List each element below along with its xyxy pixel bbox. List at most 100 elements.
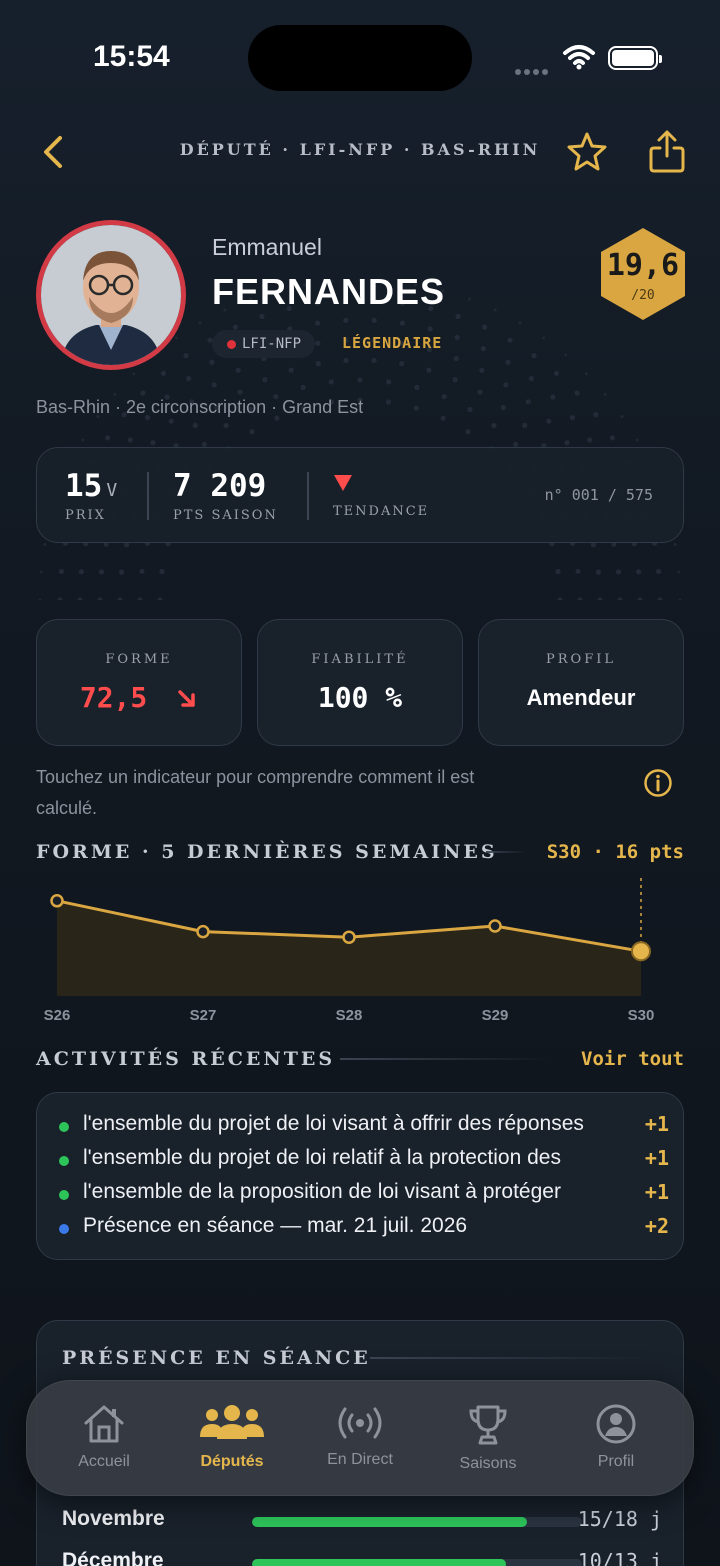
tab-bar: Accueil Députés En Direct Saisons Profil xyxy=(26,1380,694,1496)
constituency-text: Bas-Rhin · 2e circonscription · Grand Es… xyxy=(36,397,364,417)
chart-x-tick-label: S29 xyxy=(482,1007,509,1024)
tab-profil[interactable]: Profil xyxy=(556,1403,676,1471)
activity-item[interactable]: l'ensemble du projet de loi visant à off… xyxy=(57,1108,669,1142)
chart-point xyxy=(50,894,64,908)
price-value: 15 xyxy=(65,468,103,504)
presence-count: 15/18 j xyxy=(577,1507,662,1531)
tab-label: Accueil xyxy=(78,1453,130,1470)
home-icon xyxy=(84,1405,124,1443)
activity-points: +2 xyxy=(644,1214,669,1238)
status-bar: 15:54 xyxy=(0,0,720,110)
page-title: DÉPUTÉ · LFI-NFP · BAS-RHIN xyxy=(179,140,541,159)
points-value: 7 209 xyxy=(173,468,267,504)
indicator-reliability-card[interactable]: FIABILITÉ 100 % xyxy=(257,619,463,746)
presence-bar xyxy=(252,1559,582,1566)
indicator-label: FORME xyxy=(105,652,173,667)
chart-point xyxy=(342,930,356,944)
activity-status-dot xyxy=(59,1122,69,1132)
chart-x-tick-label: S26 xyxy=(44,1007,71,1024)
presence-month: Novembre xyxy=(62,1507,165,1530)
price-label: PRIX xyxy=(65,508,106,523)
tab-label: Députés xyxy=(200,1453,264,1470)
activity-item[interactable]: l'ensemble de la proposition de loi visa… xyxy=(57,1176,669,1210)
party-color-dot xyxy=(227,340,236,349)
indicator-form-card[interactable]: FORME 72,5 xyxy=(36,619,242,746)
rarity-badge: LÉGENDAIRE xyxy=(342,334,443,352)
activities-title: ACTIVITÉS RÉCENTES xyxy=(36,1048,336,1070)
indicator-label: FIABILITÉ xyxy=(311,652,409,667)
indicator-hint: Touchez un indicateur pour comprendre co… xyxy=(36,767,475,818)
chart-area xyxy=(57,900,641,996)
stats-bar: 15 V PRIX 7 209 PTS SAISON TENDANCE n° 00… xyxy=(36,447,684,543)
presence-bar-fill xyxy=(252,1517,527,1527)
favorite-star-icon[interactable] xyxy=(566,130,608,172)
first-name: Emmanuel xyxy=(212,234,322,260)
indicator-value: 100 % xyxy=(317,681,403,714)
tab-label: Profil xyxy=(597,1453,635,1470)
activity-points: +1 xyxy=(644,1180,669,1204)
presence-count: 10/13 j xyxy=(577,1549,662,1566)
deputy-avatar xyxy=(36,220,186,370)
tab-deputes[interactable]: Députés xyxy=(172,1403,292,1471)
signal-icon xyxy=(515,62,551,80)
form-chart: S26 S27 S28 S29 S30 xyxy=(44,878,655,1024)
indicator-value: Amendeur xyxy=(526,685,636,710)
see-all-link[interactable]: Voir tout xyxy=(581,1048,684,1070)
party-label: LFI-NFP xyxy=(242,336,302,352)
profile-icon xyxy=(596,1404,636,1444)
deputy-detail-page: 15:54 DÉPUTÉ · LFI-NFP · BAS-RHIN Emmanu… xyxy=(0,0,720,1566)
trend-label: TENDANCE xyxy=(333,504,430,519)
activity-text: l'ensemble de la proposition de loi visa… xyxy=(83,1180,561,1203)
activity-status-dot xyxy=(59,1224,69,1234)
price-unit: V xyxy=(106,480,118,501)
activity-status-dot xyxy=(59,1190,69,1200)
price-stat: 15 V PRIX xyxy=(65,468,117,523)
form-latest-points: S30 · 16 pts xyxy=(546,841,684,863)
activity-points: +1 xyxy=(644,1146,669,1170)
indicator-label: PROFIL xyxy=(546,652,616,667)
presence-title: PRÉSENCE EN SÉANCE xyxy=(62,1347,371,1369)
rating-scale: /20 xyxy=(631,288,655,303)
info-icon[interactable] xyxy=(643,768,673,798)
form-section-title: FORME · 5 DERNIÈRES SEMAINES xyxy=(36,841,498,863)
arrow-down-right-icon xyxy=(178,690,195,707)
battery-icon xyxy=(608,46,662,70)
trend-down-icon xyxy=(334,475,352,491)
presence-row: Novembre 15/18 j xyxy=(62,1507,662,1537)
tab-saisons[interactable]: Saisons xyxy=(428,1403,548,1473)
section-divider xyxy=(486,851,526,853)
indicator-profile-card[interactable]: PROFIL Amendeur xyxy=(478,619,684,746)
dynamic-island xyxy=(248,25,472,91)
divider xyxy=(147,472,149,520)
chart-point-highlight xyxy=(631,941,651,962)
broadcast-icon xyxy=(338,1407,382,1439)
activity-text: l'ensemble du projet de loi visant à off… xyxy=(83,1112,584,1135)
activity-item[interactable]: l'ensemble du projet de loi relatif à la… xyxy=(57,1142,669,1176)
trophy-icon xyxy=(469,1405,507,1445)
rating-badge: 19,6 /20 xyxy=(598,226,688,322)
activity-text: l'ensemble du projet de loi relatif à la… xyxy=(83,1146,561,1169)
trend-stat: TENDANCE xyxy=(333,504,429,519)
chart-point xyxy=(196,924,210,939)
back-button[interactable] xyxy=(38,132,68,172)
tab-label: En Direct xyxy=(327,1451,393,1468)
tab-accueil[interactable]: Accueil xyxy=(44,1403,164,1471)
presence-bar-fill xyxy=(252,1559,506,1566)
wifi-icon xyxy=(563,45,595,70)
activity-status-dot xyxy=(59,1156,69,1166)
share-icon[interactable] xyxy=(646,128,688,174)
chart-x-tick-label: S30 xyxy=(628,1007,655,1024)
last-name: FERNANDES xyxy=(212,271,446,312)
presence-bar xyxy=(252,1517,582,1527)
section-divider xyxy=(370,1357,650,1359)
status-time: 15:54 xyxy=(93,40,170,73)
activity-text: Présence en séance — mar. 21 juil. 2026 xyxy=(83,1214,468,1237)
tab-en-direct[interactable]: En Direct xyxy=(300,1403,420,1469)
activity-item[interactable]: Présence en séance — mar. 21 juil. 2026 … xyxy=(57,1210,669,1244)
chart-point xyxy=(488,919,502,933)
section-divider xyxy=(340,1058,550,1060)
chart-x-tick-label: S28 xyxy=(336,1007,363,1024)
points-stat: 7 209 PTS SAISON xyxy=(173,468,278,523)
divider xyxy=(307,472,309,520)
indicator-value: 72,5 xyxy=(37,681,241,714)
